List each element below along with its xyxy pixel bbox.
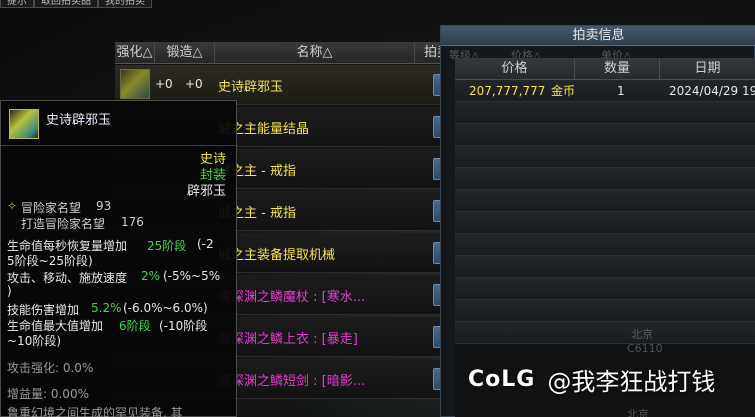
auction-info-header: 价格 数量 日期	[455, 58, 755, 80]
auction-empty-row	[455, 234, 755, 256]
entry-price: 207,777,777	[469, 84, 546, 98]
tab-my-auction[interactable]: 我的拍卖	[98, 0, 152, 8]
auction-empty-row	[455, 124, 755, 146]
tooltip-divider	[1, 145, 238, 146]
auction-empty-row	[455, 300, 755, 322]
auction-empty-row	[455, 322, 755, 344]
ghost-label: C6110	[627, 342, 663, 355]
max-hp-range-cont: ~10阶段)	[7, 334, 62, 348]
auction-empty-row	[455, 212, 755, 234]
auction-info-title: 拍卖信息	[441, 26, 755, 46]
auction-empty-row	[455, 168, 755, 190]
entry-currency: 金币	[551, 84, 576, 98]
auction-empty-row	[455, 278, 755, 300]
gain-amount: 增益量: 0.00%	[7, 387, 89, 401]
colg-logo: CoLG	[468, 366, 536, 392]
max-hp-value: 6阶段	[119, 319, 151, 333]
column-price: 价格	[455, 58, 575, 80]
auction-empty-row	[455, 256, 755, 278]
entry-quantity: 1	[617, 84, 625, 98]
attack-reinforce: 攻击强化: 0.0%	[7, 361, 94, 375]
ghost-label: 北京	[627, 408, 649, 417]
list-header: 强化△ 锻造△ 名称△ 拍卖	[115, 42, 460, 64]
fame-icon: ✧	[7, 199, 18, 213]
watermark-text: @我李狂战打钱	[547, 367, 716, 396]
auction-empty-row	[455, 146, 755, 168]
item-tooltip: 史诗辟邪玉 史诗 封装 辟邪玉 ✧ 冒险家名望 93 打造冒险家名望 176 生…	[0, 100, 238, 417]
column-reinforce[interactable]: 强化△	[115, 42, 155, 64]
column-quantity: 数量	[575, 58, 660, 80]
top-tab-bar: 提示 取回拍卖品 我的拍卖	[0, 0, 200, 8]
tooltip-title: 史诗辟邪玉	[46, 113, 112, 128]
adventurer-fame-label: 冒险家名望	[21, 201, 82, 215]
item-description: 鲁重幻境之间生成的罕见装备, 其	[7, 406, 183, 417]
entry-date: 2024/04/29 19	[669, 84, 755, 98]
tab-retrieve[interactable]: 取回拍卖品	[34, 0, 98, 8]
auction-empty-row	[455, 190, 755, 212]
column-date: 日期	[660, 58, 755, 80]
auction-empty-row	[455, 102, 755, 124]
auction-info-panel: 拍卖信息 等级△ 价格△ 单价△ 价格 数量 日期 207,777,777 金币…	[440, 25, 755, 417]
ghost-label: 北京	[631, 328, 653, 341]
reinforce-value: +0	[155, 77, 173, 91]
item-name: 魔深渊之鳞魔杖 : [寒水...	[218, 290, 366, 305]
item-name: 史诗辟邪玉	[218, 80, 284, 95]
hp-regen-range: (-2	[197, 237, 214, 251]
hp-regen-range-cont: 5阶段~25阶段)	[7, 254, 93, 268]
skill-damage-value: 5.2%	[91, 301, 122, 315]
table-row[interactable]: +0 +0 史诗辟邪玉	[115, 65, 460, 105]
tab-tips[interactable]: 提示	[0, 0, 34, 8]
column-name[interactable]: 名称△	[215, 42, 415, 64]
skill-damage-range: (-6.0%~6.0%)	[123, 301, 208, 315]
auction-entry-row[interactable]: 207,777,777 金币 1 2024/04/29 19	[455, 80, 755, 102]
speed-range-cont: )	[7, 284, 12, 298]
forge-value: +0	[185, 77, 203, 91]
speed-value: 2%	[141, 269, 161, 283]
adventurer-fame-value: 93	[96, 199, 112, 213]
speed-label: 攻击、移动、施放速度	[7, 271, 128, 285]
column-forge[interactable]: 锻造△	[155, 42, 215, 64]
forge-fame-label: 打造冒险家名望	[21, 217, 106, 231]
item-type: 辟邪玉	[186, 184, 226, 199]
forge-fame-value: 176	[121, 215, 144, 229]
speed-range: (-5%~5%	[163, 269, 221, 283]
skill-damage-label: 技能伤害增加	[7, 303, 80, 317]
jade-amulet-icon	[9, 109, 39, 139]
max-hp-range: (-10阶段	[159, 319, 208, 333]
item-name: 魔深渊之鳞上衣 : [暴走]	[218, 332, 358, 347]
jade-amulet-icon	[120, 69, 150, 99]
item-name: 魔深渊之鳞短剑 : [暗影...	[218, 374, 366, 389]
hp-regen-value: 25阶段	[147, 239, 187, 253]
watermark: CoLG @我李狂战打钱	[468, 362, 715, 396]
